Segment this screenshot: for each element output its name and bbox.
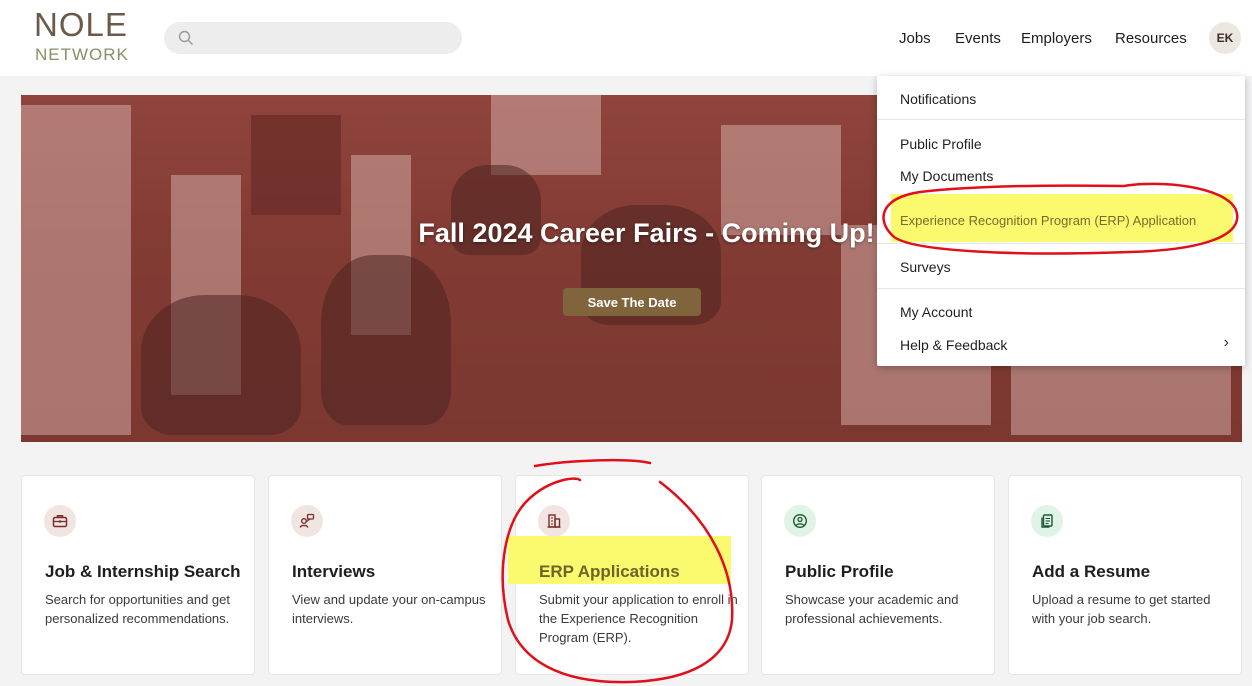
card-add-a-resume[interactable]: Add a Resume Upload a resume to get star… (1008, 475, 1242, 675)
menu-item-help-feedback[interactable]: Help & Feedback (900, 337, 1007, 353)
card-description: Upload a resume to get started with your… (1032, 592, 1211, 626)
menu-divider (877, 243, 1245, 244)
card-title: Public Profile (785, 562, 894, 581)
card-description: Showcase your academic and professional … (785, 592, 959, 626)
menu-item-erp-application[interactable]: Experience Recognition Program (ERP) App… (900, 213, 1196, 228)
nav-resources[interactable]: Resources (1115, 30, 1187, 47)
menu-item-my-documents[interactable]: My Documents (900, 168, 993, 184)
card-title: Job & Internship Search (45, 562, 241, 581)
save-the-date-button[interactable]: Save The Date (563, 288, 701, 316)
logo-line-1: NOLE (34, 6, 128, 43)
card-description: View and update your on-campus interview… (292, 592, 486, 626)
card-title: Interviews (292, 562, 376, 581)
menu-item-surveys[interactable]: Surveys (900, 259, 951, 275)
nole-network-logo[interactable]: NOLE NETWORK (34, 8, 144, 66)
card-description: Submit your application to enroll in the… (539, 592, 738, 645)
card-title: Add a Resume (1032, 562, 1151, 581)
card-title: ERP Applications (539, 562, 680, 581)
menu-item-notifications[interactable]: Notifications (900, 91, 976, 107)
building-icon (538, 505, 570, 537)
menu-item-public-profile[interactable]: Public Profile (900, 136, 982, 152)
document-icon (1031, 505, 1063, 537)
logo-line-2: NETWORK (35, 45, 129, 64)
top-navigation-bar: NOLE NETWORK Jobs Events Employers Resou… (0, 0, 1252, 76)
profile-icon (784, 505, 816, 537)
nav-events[interactable]: Events (955, 30, 1001, 47)
briefcase-icon (44, 505, 76, 537)
interview-icon (291, 505, 323, 537)
search-input[interactable] (164, 22, 462, 54)
menu-divider (877, 288, 1245, 289)
card-public-profile[interactable]: Public Profile Showcase your academic an… (761, 475, 995, 675)
menu-divider (877, 119, 1245, 120)
user-dropdown-menu: Notifications Public Profile My Document… (877, 76, 1245, 366)
nav-employers[interactable]: Employers (1021, 30, 1092, 47)
card-erp-applications[interactable]: ERP Applications Submit your application… (508, 475, 749, 675)
chevron-right-icon: › (1223, 334, 1229, 351)
user-avatar[interactable]: EK (1209, 22, 1241, 54)
card-interviews[interactable]: Interviews View and update your on-campu… (268, 475, 502, 675)
menu-item-my-account[interactable]: My Account (900, 304, 972, 320)
card-description: Search for opportunities and get persona… (45, 592, 231, 626)
nav-jobs[interactable]: Jobs (899, 30, 931, 47)
card-job-internship-search[interactable]: Job & Internship Search Search for oppor… (21, 475, 255, 675)
search-icon (178, 30, 193, 45)
